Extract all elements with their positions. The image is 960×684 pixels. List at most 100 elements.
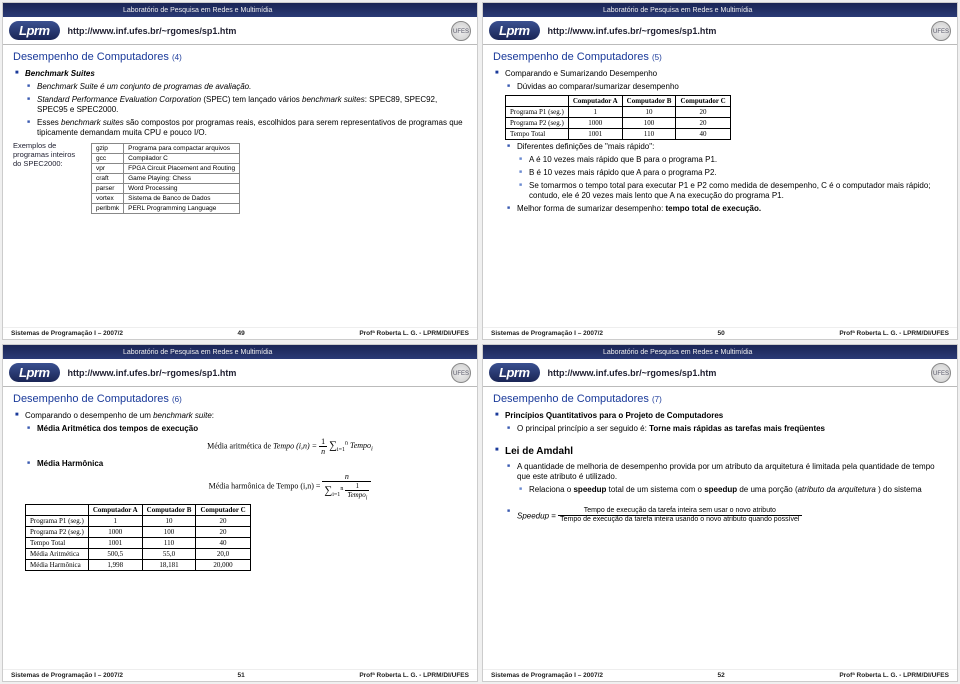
- footer-left: Sistemas de Programação I – 2007/2: [11, 330, 123, 337]
- url: http://www.inf.ufes.br/~rgomes/sp1.htm: [548, 26, 717, 36]
- cell: 20,0: [196, 549, 250, 560]
- title-num: (5): [652, 53, 662, 62]
- page-num: 50: [718, 330, 725, 337]
- cell: 1001: [568, 129, 622, 140]
- col-header: Computador B: [142, 505, 196, 516]
- bullet: B é 10 vezes mais rápido que A para o pr…: [529, 168, 947, 178]
- cell: Média Aritmética: [26, 549, 89, 560]
- slide-5: Laboratório de Pesquisa em Redes e Multi…: [482, 2, 958, 340]
- bullet: Dúvidas ao comparar/sumarizar desempenho: [517, 82, 947, 92]
- page-num: 51: [238, 672, 245, 679]
- ufes-crest-icon: UFES: [451, 363, 471, 383]
- text: benchmark suites: [302, 95, 365, 104]
- footer-left: Sistemas de Programação I – 2007/2: [491, 672, 603, 679]
- col-header: Computador C: [676, 96, 730, 107]
- lprm-logo: Lprm: [489, 363, 540, 382]
- text: de uma porção (: [737, 485, 797, 494]
- text: Média aritmética de: [207, 441, 273, 450]
- text: O principal princípio a ser seguido é:: [517, 424, 649, 433]
- bullet: Melhor forma de sumarizar desempenho: te…: [517, 204, 947, 214]
- heading-benchmark: Benchmark Suites: [25, 69, 467, 79]
- title-text: Desempenho de Computadores: [13, 393, 169, 405]
- lab-header: Laboratório de Pesquisa em Redes e Multi…: [483, 3, 957, 17]
- content: Desempenho de Computadores (5) Comparand…: [483, 45, 957, 327]
- footer: Sistemas de Programação I – 2007/2 52 Pr…: [483, 669, 957, 681]
- cell: 100: [142, 527, 196, 538]
- cell: 500,5: [88, 549, 142, 560]
- bullet: Relaciona o speedup total de um sistema …: [529, 485, 947, 495]
- text: :: [212, 411, 214, 420]
- cell: Tempo Total: [26, 538, 89, 549]
- heading-amdahl: Lei de Amdahl: [505, 446, 947, 459]
- spec-label: Exemplos de programas inteiros do SPEC20…: [13, 141, 85, 168]
- text: total de um sistema com o: [606, 485, 704, 494]
- cell: 40: [196, 538, 250, 549]
- cell: 1,998: [88, 560, 142, 571]
- bullet: Se tomarmos o tempo total para executar …: [529, 181, 947, 201]
- col-header: [26, 505, 89, 516]
- footer-right: Profª Roberta L. G. - LPRM/DI/UFES: [359, 330, 469, 337]
- cell: 55,0: [142, 549, 196, 560]
- content: Desempenho de Computadores (6) Comparand…: [3, 387, 477, 669]
- ufes-crest-icon: UFES: [451, 21, 471, 41]
- cell: 110: [622, 129, 676, 140]
- cell: vortex: [92, 194, 124, 204]
- text: speedup: [704, 485, 737, 494]
- title-text: Desempenho de Computadores: [493, 393, 649, 405]
- footer-left: Sistemas de Programação I – 2007/2: [11, 672, 123, 679]
- text: speedup: [573, 485, 606, 494]
- cell: Programa para compactar arquivos: [124, 144, 240, 154]
- cell: 1: [88, 516, 142, 527]
- text: Melhor forma de sumarizar desempenho:: [517, 204, 666, 213]
- slide-title: Desempenho de Computadores (6): [13, 393, 467, 405]
- cell: 20: [196, 516, 250, 527]
- logo-row: Lprm http://www.inf.ufes.br/~rgomes/sp1.…: [3, 359, 477, 387]
- text: benchmark suites: [61, 118, 124, 127]
- slide-title: Desempenho de Computadores (4): [13, 51, 467, 63]
- bullet: Benchmark Suite é um conjunto de program…: [37, 82, 467, 92]
- page-num: 49: [238, 330, 245, 337]
- cell: 1: [568, 107, 622, 118]
- numerator: Tempo de execução da tarefa inteira sem …: [558, 507, 801, 517]
- text: =: [549, 511, 558, 520]
- bullet: A é 10 vezes mais rápido que B para o pr…: [529, 155, 947, 165]
- ufes-crest-icon: UFES: [931, 21, 951, 41]
- url: http://www.inf.ufes.br/~rgomes/sp1.htm: [68, 26, 237, 36]
- cell: Tempo Total: [506, 129, 569, 140]
- col-header: Computador A: [88, 505, 142, 516]
- footer: Sistemas de Programação I – 2007/2 50 Pr…: [483, 327, 957, 339]
- text: ) do sistema: [876, 485, 922, 494]
- cell: 1001: [88, 538, 142, 549]
- text: atributo da arquitetura: [798, 485, 876, 494]
- arith-mean-formula: Média aritmética de Tempo (i,n) = 1n ∑i=…: [113, 437, 467, 456]
- footer-left: Sistemas de Programação I – 2007/2: [491, 330, 603, 337]
- spec-table: gzipPrograma para compactar arquivosgccC…: [91, 143, 240, 214]
- heading: Princípios Quantitativos para o Projeto …: [505, 411, 947, 421]
- cell: 20,000: [196, 560, 250, 571]
- bullet: Média Harmônica: [37, 459, 467, 469]
- cell: Sistema de Banco de Dados: [124, 194, 240, 204]
- cell: Média Harmônica: [26, 560, 89, 571]
- cell: 100: [622, 118, 676, 129]
- cell: perlbmk: [92, 204, 124, 214]
- col-header: Computador B: [622, 96, 676, 107]
- lprm-logo: Lprm: [9, 363, 60, 382]
- text: Tempo (i,n) =: [273, 441, 319, 450]
- text: Relaciona o: [529, 485, 573, 494]
- cell: 110: [142, 538, 196, 549]
- cell: Programa P1 (seg.): [26, 516, 89, 527]
- content: Desempenho de Computadores (4) Benchmark…: [3, 45, 477, 327]
- cell: Compilador C: [124, 154, 240, 164]
- cell: craft: [92, 174, 124, 184]
- bullet: A quantidade de melhoria de desempenho p…: [517, 462, 947, 482]
- lab-header: Laboratório de Pesquisa em Redes e Multi…: [3, 345, 477, 359]
- text: (SPEC) tem lançado vários: [201, 95, 302, 104]
- logo-row: Lprm http://www.inf.ufes.br/~rgomes/sp1.…: [483, 17, 957, 45]
- heading: Comparando e Sumarizando Desempenho: [505, 69, 947, 79]
- slide-7: Laboratório de Pesquisa em Redes e Multi…: [482, 344, 958, 682]
- cell: 1000: [88, 527, 142, 538]
- cell: 10: [622, 107, 676, 118]
- cell: parser: [92, 184, 124, 194]
- cell: 20: [676, 118, 730, 129]
- cell: PERL Programming Language: [124, 204, 240, 214]
